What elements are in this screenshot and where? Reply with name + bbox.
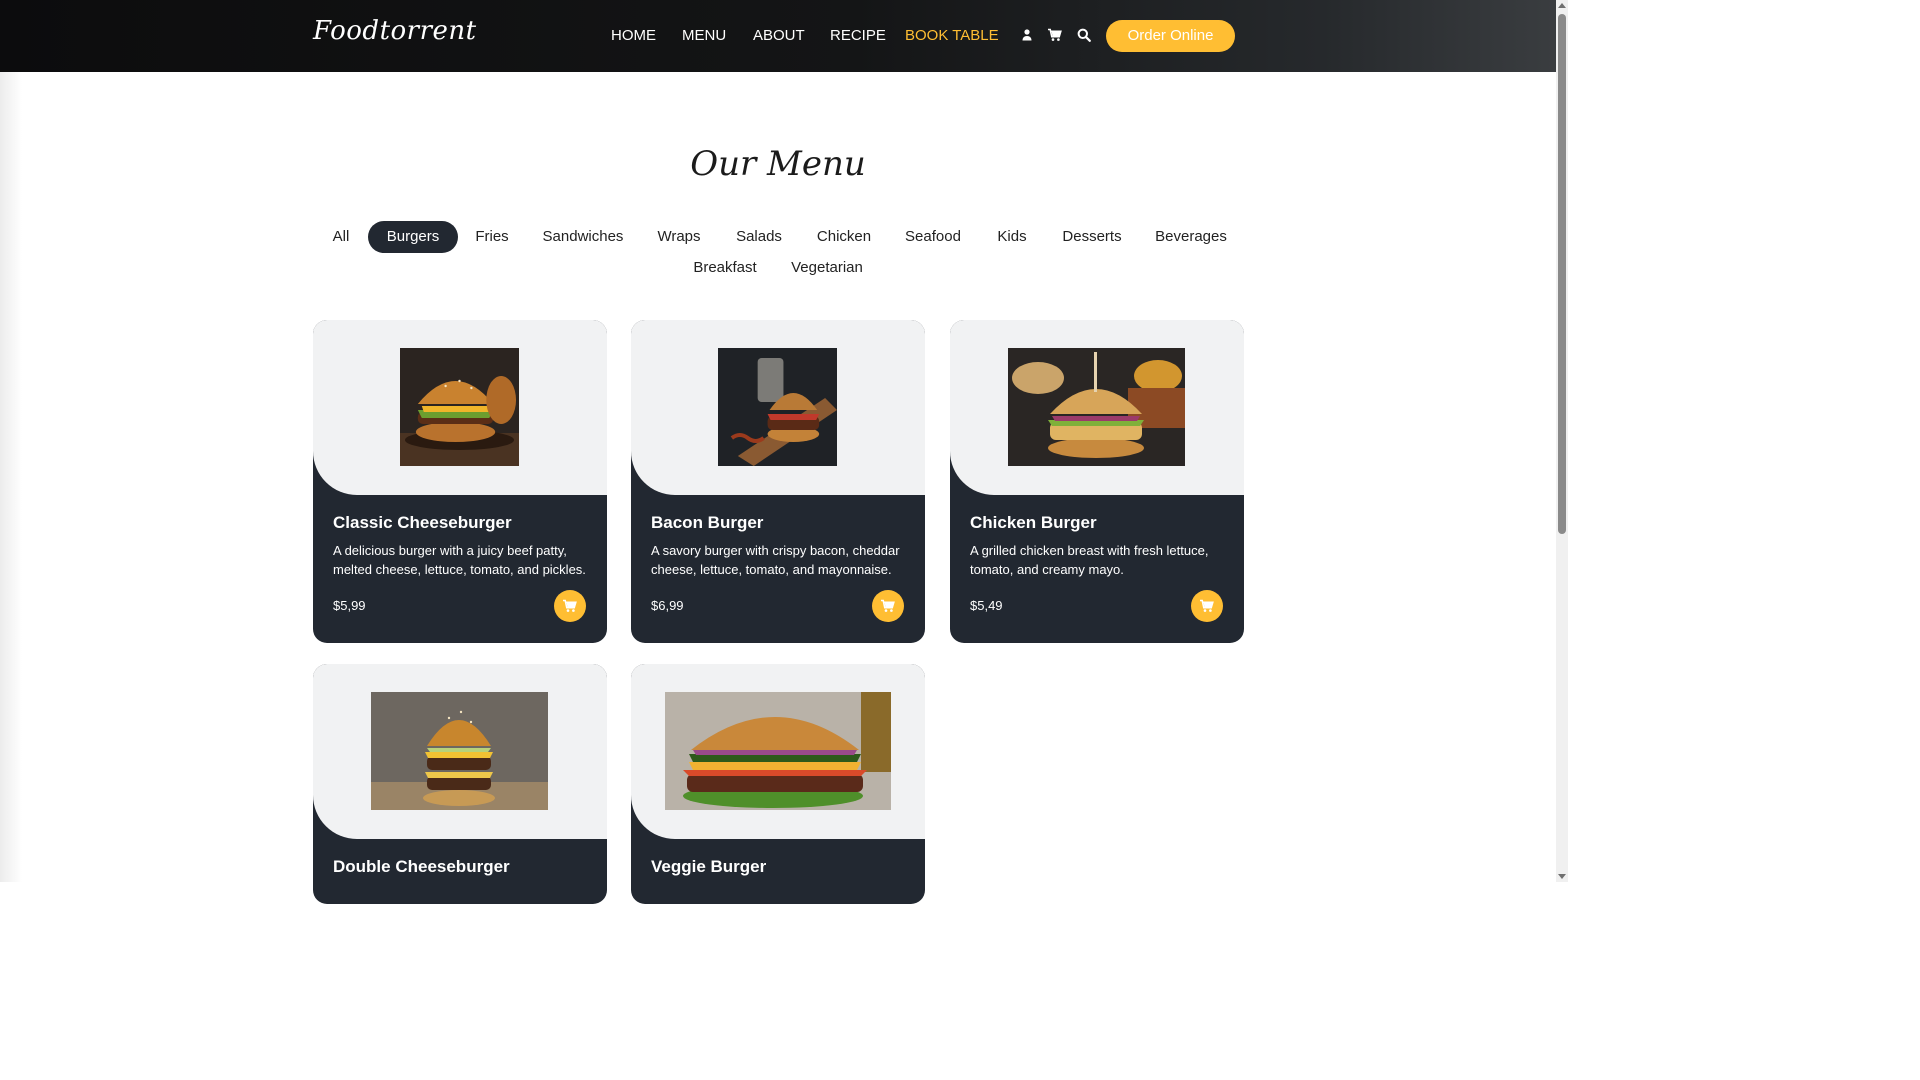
filter-seafood[interactable]: Seafood — [896, 221, 970, 253]
nav-about[interactable]: ABOUT — [753, 27, 805, 44]
user-icon[interactable] — [1019, 27, 1035, 43]
item-price: $6,99 — [651, 598, 684, 613]
menu-item-card[interactable]: Bacon Burger A savory burger with crispy… — [631, 320, 925, 643]
menu-heading: Our Menu — [690, 144, 866, 184]
filter-all[interactable]: All — [322, 221, 360, 253]
nav-recipe[interactable]: RECIPE — [830, 27, 886, 44]
cart-icon[interactable] — [1047, 27, 1063, 43]
item-description: A delicious burger with a juicy beef pat… — [333, 543, 586, 577]
filter-sandwiches[interactable]: Sandwiches — [534, 221, 632, 253]
item-name: Chicken Burger — [970, 513, 1097, 532]
food-image — [718, 348, 837, 466]
filter-burgers[interactable]: Burgers — [368, 221, 458, 253]
filter-wraps[interactable]: Wraps — [648, 221, 710, 253]
item-name: Classic Cheeseburger — [333, 513, 512, 532]
filter-beverages[interactable]: Beverages — [1148, 221, 1234, 253]
nav-book-table[interactable]: BOOK TABLE — [905, 27, 999, 44]
filter-chicken[interactable]: Chicken — [807, 221, 881, 253]
menu-item-card[interactable]: Chicken Burger A grilled chicken breast … — [950, 320, 1244, 643]
brand-logo[interactable]: Foodtorrent — [313, 16, 477, 46]
add-to-cart-button[interactable] — [554, 590, 586, 622]
top-navbar: Foodtorrent HOME MENU ABOUT RECIPE BOOK … — [0, 0, 1556, 72]
menu-item-card[interactable]: Veggie Burger — [631, 664, 925, 904]
filter-fries[interactable]: Fries — [466, 221, 518, 253]
nav-home[interactable]: HOME — [611, 27, 656, 44]
menu-item-card[interactable]: Classic Cheeseburger A delicious burger … — [313, 320, 607, 643]
item-name: Double Cheeseburger — [333, 857, 510, 876]
item-name: Veggie Burger — [651, 857, 767, 876]
item-price: $5,49 — [970, 598, 1003, 613]
item-name: Bacon Burger — [651, 513, 764, 532]
order-online-button[interactable]: Order Online — [1106, 20, 1235, 52]
search-icon[interactable] — [1076, 27, 1092, 43]
add-to-cart-button[interactable] — [1191, 590, 1223, 622]
scroll-up-arrow[interactable] — [1558, 3, 1566, 8]
item-description: A grilled chicken breast with fresh lett… — [970, 543, 1209, 577]
cart-icon — [881, 599, 895, 612]
scrollbar-thumb[interactable] — [1558, 14, 1566, 534]
scroll-down-arrow[interactable] — [1558, 874, 1566, 879]
filter-breakfast[interactable]: Breakfast — [682, 252, 768, 284]
food-image — [1008, 348, 1185, 466]
food-image — [400, 348, 519, 466]
left-page-shadow — [0, 72, 22, 882]
vertical-scrollbar[interactable] — [1556, 0, 1568, 882]
food-image — [665, 692, 891, 810]
cart-icon — [563, 599, 577, 612]
filter-desserts[interactable]: Desserts — [1052, 221, 1132, 253]
filter-vegetarian[interactable]: Vegetarian — [783, 252, 871, 284]
item-description: A savory burger with crispy bacon, chedd… — [651, 543, 900, 577]
add-to-cart-button[interactable] — [872, 590, 904, 622]
filter-salads[interactable]: Salads — [727, 221, 791, 253]
item-price: $5,99 — [333, 598, 366, 613]
food-image — [371, 692, 548, 810]
filter-kids[interactable]: Kids — [987, 221, 1037, 253]
cart-icon — [1200, 599, 1214, 612]
menu-item-card[interactable]: Double Cheeseburger — [313, 664, 607, 904]
nav-menu[interactable]: MENU — [682, 27, 726, 44]
